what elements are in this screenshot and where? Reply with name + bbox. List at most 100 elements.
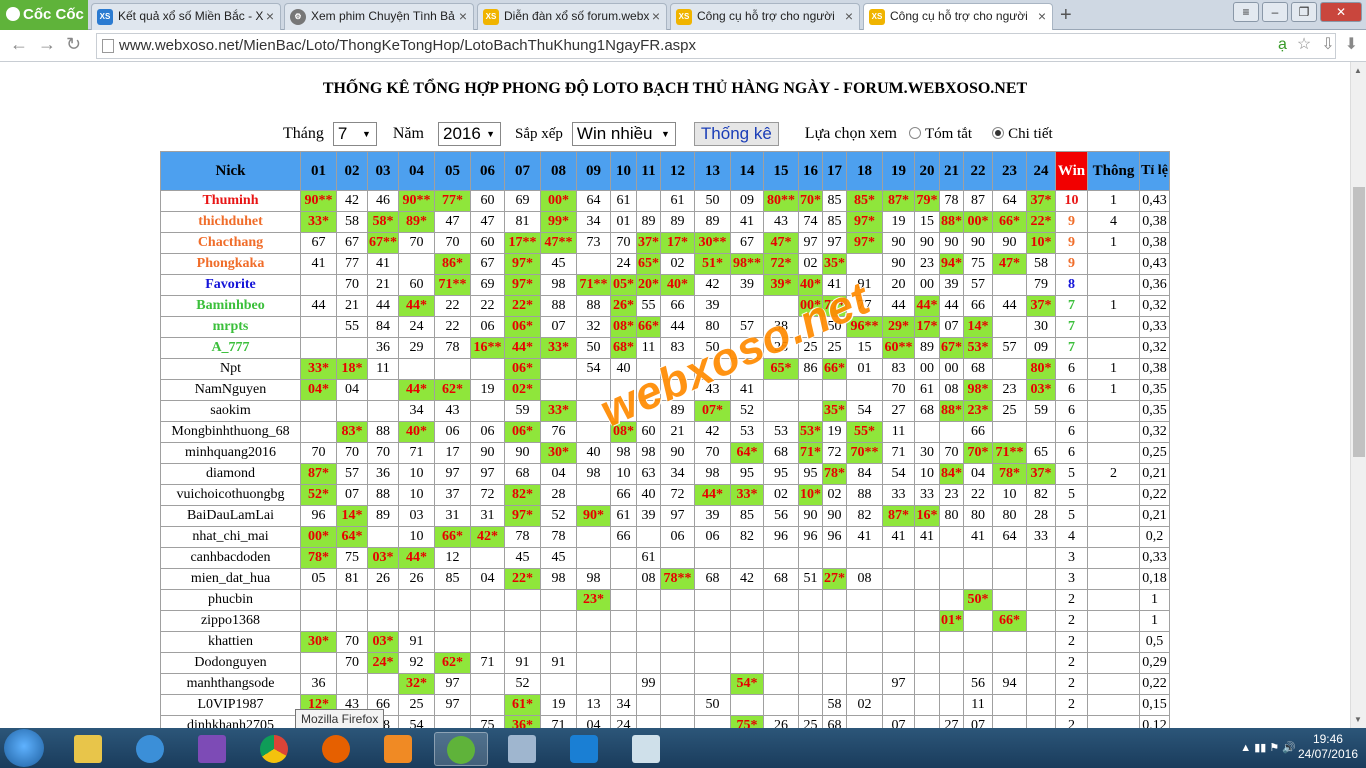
close-tab-icon[interactable]: ×: [266, 4, 274, 28]
day-cell: 04: [470, 568, 505, 590]
nick-cell[interactable]: minhquang2016: [160, 442, 301, 464]
browser-tab-1[interactable]: XS Kết quả xổ số Miền Bắc - X ×: [91, 3, 281, 30]
radio-detail[interactable]: [992, 126, 1005, 139]
close-tab-icon[interactable]: ×: [845, 4, 853, 28]
day-cell: 09: [730, 190, 764, 212]
media-player-taskbar-icon[interactable]: [372, 732, 426, 766]
day-cell: [694, 715, 731, 728]
nick-cell[interactable]: BaiDauLamLai: [160, 505, 301, 527]
reload-icon[interactable]: ↻: [66, 34, 81, 55]
year-select[interactable]: 2016 ▼: [437, 122, 501, 146]
month-select[interactable]: 7 ▼: [332, 122, 377, 146]
nick-cell[interactable]: Dodonguyen: [160, 652, 301, 674]
nick-cell[interactable]: Chacthang: [160, 232, 301, 254]
day-cell: 37*: [1026, 463, 1056, 485]
nick-cell[interactable]: nhat_chi_mai: [160, 526, 301, 548]
window-close-icon[interactable]: ✕: [1320, 2, 1362, 22]
day-cell: [576, 547, 611, 569]
back-arrow-icon[interactable]: ←: [10, 34, 28, 55]
nick-cell[interactable]: phucbin: [160, 589, 301, 611]
header-day: 14: [730, 151, 764, 191]
browser-brand-button[interactable]: Cốc Cốc: [0, 0, 88, 30]
day-cell: [470, 631, 505, 653]
bookmark-star-icon[interactable]: ☆: [1297, 36, 1311, 53]
browser-tab-2[interactable]: ⚙ Xem phim Chuyện Tình Bả ×: [284, 3, 474, 30]
browser-tab-3[interactable]: XS Diễn đàn xổ số forum.webx ×: [477, 3, 667, 30]
day-cell: 76: [540, 421, 577, 443]
start-button-icon[interactable]: [4, 729, 44, 767]
minimize-icon[interactable]: –: [1262, 2, 1288, 22]
day-cell: 07: [939, 316, 964, 338]
radio-summary[interactable]: [909, 126, 921, 139]
close-tab-icon[interactable]: ×: [459, 4, 467, 28]
ie-taskbar-icon[interactable]: [124, 732, 178, 766]
nick-cell[interactable]: saokim: [160, 400, 301, 422]
computer-taskbar-icon[interactable]: [496, 732, 550, 766]
nick-cell[interactable]: Npt: [160, 358, 301, 380]
day-cell: 66: [660, 295, 695, 317]
sort-select[interactable]: Win nhiều ▼: [571, 122, 676, 146]
view-option-summary[interactable]: Tóm tắt: [909, 126, 972, 143]
day-cell: 64*: [336, 526, 368, 548]
nick-cell[interactable]: dinhkhanh2705: [160, 715, 301, 728]
nick-cell[interactable]: khattien: [160, 631, 301, 653]
nick-cell[interactable]: zippo1368: [160, 610, 301, 632]
table-row: Dodonguyen 70 24* 92 62* 71 91 91 2 0,29: [160, 652, 1170, 674]
nick-cell[interactable]: Phongkaka: [160, 253, 301, 275]
nick-cell[interactable]: vuichoicothuongbg: [160, 484, 301, 506]
day-cell: 42*: [470, 526, 505, 548]
coccoc-dictionary-icon[interactable]: ạ: [1278, 36, 1287, 53]
visual-studio-taskbar-icon[interactable]: [186, 732, 240, 766]
nick-cell[interactable]: Thuminh: [160, 190, 301, 212]
scroll-up-icon[interactable]: ▲: [1354, 66, 1362, 75]
nick-cell[interactable]: Baminhbeo: [160, 295, 301, 317]
day-cell: 90**: [398, 190, 435, 212]
rate-cell: 0,29: [1139, 652, 1170, 674]
menu-icon[interactable]: ≡: [1233, 2, 1259, 22]
day-cell: 36*: [504, 715, 541, 728]
tray-icons[interactable]: ▲ ▮▮ ⚑ 🔊: [1240, 741, 1296, 754]
rate-cell: 1: [1139, 610, 1170, 632]
explorer-taskbar-icon[interactable]: [62, 732, 116, 766]
scrollbar-thumb[interactable]: [1353, 187, 1365, 457]
browser-tab-4[interactable]: XS Công cụ hỗ trợ cho người ×: [670, 3, 860, 30]
teamviewer-taskbar-icon[interactable]: [558, 732, 612, 766]
close-tab-icon[interactable]: ×: [652, 4, 660, 28]
day-cell: 98*: [963, 379, 993, 401]
day-cell: 98: [636, 442, 661, 464]
day-cell: 77: [336, 253, 368, 275]
nick-cell[interactable]: A_777: [160, 337, 301, 359]
chrome-taskbar-icon[interactable]: [248, 732, 302, 766]
coccoc-taskbar-icon[interactable]: [434, 732, 488, 766]
vertical-scrollbar[interactable]: ▲ ▼: [1350, 62, 1366, 728]
firefox-taskbar-icon[interactable]: [310, 732, 364, 766]
nick-cell[interactable]: canhbacdoden: [160, 547, 301, 569]
nick-cell[interactable]: Mongbinhthuong_68: [160, 421, 301, 443]
nick-cell[interactable]: Favorite: [160, 274, 301, 296]
nick-cell[interactable]: mien_dat_hua: [160, 568, 301, 590]
nick-cell[interactable]: thichduhet: [160, 211, 301, 233]
restore-icon[interactable]: ❐: [1291, 2, 1317, 22]
nick-cell[interactable]: NamNguyen: [160, 379, 301, 401]
download-icon[interactable]: ⇩: [1321, 36, 1334, 53]
download-arrow-icon[interactable]: ⬇: [1345, 36, 1358, 53]
nick-cell[interactable]: L0VIP1987: [160, 694, 301, 716]
notes-taskbar-icon[interactable]: [620, 732, 674, 766]
scroll-down-icon[interactable]: ▼: [1354, 715, 1362, 724]
url-field[interactable]: www.webxoso.net/MienBac/Loto/ThongKeTong…: [96, 33, 1336, 59]
browser-tab-5-active[interactable]: XS Công cụ hỗ trợ cho người ×: [863, 3, 1053, 31]
day-cell: 79*: [914, 190, 940, 212]
day-cell: 39: [694, 505, 731, 527]
day-cell: [963, 652, 993, 674]
close-tab-icon[interactable]: ×: [1038, 4, 1046, 28]
statistics-submit-button[interactable]: Thống kê: [693, 122, 779, 146]
day-cell: [300, 652, 337, 674]
nick-cell[interactable]: manhthangsode: [160, 673, 301, 695]
new-tab-plus-icon[interactable]: +: [1060, 4, 1072, 26]
view-option-detail[interactable]: Chi tiết: [992, 126, 1053, 143]
day-cell: [660, 694, 695, 716]
clock[interactable]: 19:46 24/07/2016: [1298, 732, 1358, 762]
forward-arrow-icon[interactable]: →: [38, 34, 56, 55]
nick-cell[interactable]: mrpts: [160, 316, 301, 338]
nick-cell[interactable]: diamond: [160, 463, 301, 485]
